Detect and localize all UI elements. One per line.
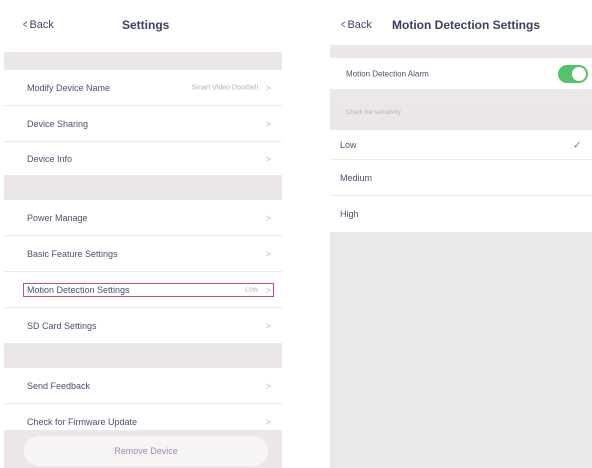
row-label: Basic Feature Settings [27,248,118,259]
highlight-box [23,283,274,297]
section-separator [4,52,282,70]
section-header-label: Check the sensitivity [346,110,401,116]
row-send-feedback[interactable]: Send Feedback > [4,368,282,404]
option-label: Medium [340,172,373,183]
motion-navbar: < Back Motion Detection Settings [330,0,592,45]
chevron-right-icon: > [265,248,271,259]
device-name-value: Smart Video Doorbell [191,84,258,91]
chevron-right-icon: > [265,82,271,93]
back-label: Back [29,19,54,31]
section-separator [330,45,592,58]
row-label: Modify Device Name [27,82,111,93]
remove-device-button[interactable]: Remove Device [24,436,268,466]
row-label: Send Feedback [27,380,91,391]
motion-detection-screen: < Back Motion Detection Settings Motion D… [330,0,592,468]
back-label: Back [347,19,372,31]
section-separator [4,176,282,200]
chevron-right-icon: > [265,118,271,129]
row-motion-detection-alarm: Motion Detection Alarm [330,58,592,90]
footer: Remove Device [4,430,282,468]
motion-alarm-toggle[interactable] [558,64,588,83]
row-sd-card-settings[interactable]: SD Card Settings > [4,308,282,344]
row-label: Check for Firmware Update [27,416,138,427]
option-medium[interactable]: Medium [330,160,592,196]
checkmark-icon: ✓ [572,139,582,151]
chevron-left-icon: < [340,19,346,31]
chevron-right-icon: > [265,153,271,164]
option-label: High [340,209,359,219]
option-label: Low [340,139,357,150]
option-high[interactable]: High [330,196,592,232]
row-power-manage[interactable]: Power Manage > [4,200,282,236]
back-button[interactable]: < Back [22,19,54,31]
toggle-knob [572,66,586,81]
back-button[interactable]: < Back [340,19,372,31]
row-label: Motion Detection Alarm [346,69,429,78]
row-label: Device Sharing [27,118,89,129]
chevron-right-icon: > [265,380,271,391]
row-label: SD Card Settings [27,320,97,331]
chevron-right-icon: > [265,416,271,427]
row-modify-device-name[interactable]: Modify Device Name Smart Video Doorbell … [4,70,282,106]
chevron-left-icon: < [22,19,28,31]
page-title: Motion Detection Settings [392,18,540,32]
page-title: Settings [122,18,170,32]
row-basic-feature-settings[interactable]: Basic Feature Settings > [4,236,282,272]
settings-navbar: < Back Settings [4,0,282,52]
row-label: Power Manage [27,212,88,223]
chevron-right-icon: > [265,212,271,223]
chevron-right-icon: > [265,320,271,331]
sensitivity-section-header: Check the sensitivity [330,103,592,130]
settings-screen: < Back Settings Modify Device Name Smart … [4,0,282,468]
row-label: Device Info [27,153,73,164]
row-device-sharing[interactable]: Device Sharing > [4,106,282,142]
row-device-info[interactable]: Device Info > [4,142,282,176]
option-low[interactable]: Low ✓ [330,130,592,160]
section-separator [4,344,282,368]
